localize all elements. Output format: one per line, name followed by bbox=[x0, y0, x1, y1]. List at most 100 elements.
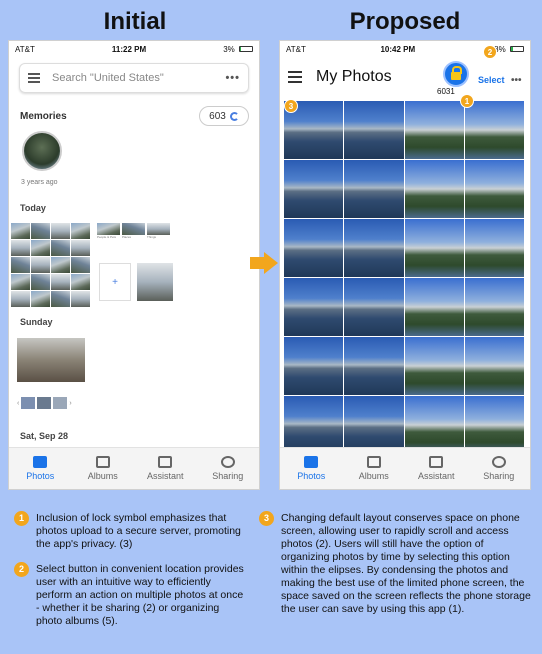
photo-thumbnail[interactable] bbox=[404, 160, 464, 218]
note-number-badge: 3 bbox=[259, 511, 274, 526]
sunday-photo-strip[interactable]: ‹ › bbox=[17, 391, 95, 415]
photo-thumbnail[interactable] bbox=[464, 160, 524, 218]
section-sunday: Sunday bbox=[20, 317, 53, 327]
memory-age-label: 3 years ago bbox=[21, 179, 58, 186]
status-time: 10:42 PM bbox=[380, 44, 416, 54]
assistant-icon bbox=[158, 456, 173, 468]
initial-phone-screenshot: AT&T 11:22 PM 3% Search "United States" … bbox=[8, 40, 260, 490]
tab-albums[interactable]: Albums bbox=[343, 448, 406, 489]
new-album-button[interactable]: + bbox=[99, 263, 131, 301]
photo-thumbnail[interactable] bbox=[344, 101, 404, 159]
category-label: Places bbox=[122, 235, 132, 239]
photo-thumbnail[interactable] bbox=[284, 337, 344, 395]
tab-label: Photos bbox=[26, 471, 55, 481]
page-title: My Photos bbox=[316, 68, 392, 85]
photos-icon bbox=[304, 456, 319, 468]
memories-label: Memories bbox=[20, 111, 67, 122]
sunday-photo[interactable] bbox=[17, 338, 85, 382]
tab-photos[interactable]: Photos bbox=[9, 448, 72, 489]
photo-thumbnail[interactable] bbox=[404, 337, 464, 395]
note-1: 1 Inclusion of lock symbol emphasizes th… bbox=[14, 511, 246, 551]
section-sat-sep-28: Sat, Sep 28 bbox=[20, 431, 69, 441]
app-bar: My Photos 6031 Select ••• bbox=[280, 57, 530, 97]
album-thumbnail[interactable] bbox=[137, 263, 173, 301]
note-text: Inclusion of lock symbol emphasizes that… bbox=[36, 512, 241, 550]
tab-label: Sharing bbox=[212, 471, 244, 481]
tab-label: Assistant bbox=[417, 471, 455, 481]
photo-thumbnail[interactable] bbox=[464, 101, 524, 159]
today-photo-collage[interactable] bbox=[11, 223, 90, 307]
photo-thumbnail[interactable] bbox=[464, 337, 524, 395]
status-time: 11:22 PM bbox=[111, 44, 147, 54]
battery-icon bbox=[239, 46, 253, 53]
photo-thumbnail[interactable] bbox=[284, 219, 344, 277]
tab-sharing[interactable]: Sharing bbox=[197, 448, 260, 489]
carrier-label: AT&T bbox=[286, 44, 306, 54]
annotation-badge-2: 2 bbox=[483, 45, 497, 59]
photos-icon bbox=[33, 456, 48, 468]
photo-thumbnail[interactable] bbox=[344, 160, 404, 218]
tab-label: Assistant bbox=[146, 471, 184, 481]
hamburger-menu-icon[interactable] bbox=[288, 71, 302, 83]
bottom-tab-bar: Photos Albums Assistant Sharing bbox=[9, 447, 259, 489]
tab-label: Sharing bbox=[483, 471, 515, 481]
battery-indicator: 3% bbox=[223, 45, 253, 54]
note-3: 3 Changing default layout conserves spac… bbox=[259, 511, 533, 616]
photo-thumbnail[interactable] bbox=[464, 396, 524, 454]
photo-thumbnail[interactable] bbox=[284, 160, 344, 218]
tab-label: Albums bbox=[358, 471, 389, 481]
photo-thumbnail[interactable] bbox=[344, 219, 404, 277]
tab-assistant[interactable]: Assistant bbox=[134, 448, 197, 489]
photo-thumbnail[interactable] bbox=[404, 278, 464, 336]
albums-icon bbox=[366, 456, 381, 468]
lock-button[interactable] bbox=[443, 61, 469, 87]
status-bar: AT&T 11:22 PM 3% bbox=[9, 41, 259, 57]
photo-thumbnail[interactable] bbox=[344, 396, 404, 454]
sharing-icon bbox=[491, 456, 506, 468]
carrier-label: AT&T bbox=[15, 44, 35, 54]
memory-thumbnail[interactable] bbox=[22, 131, 62, 171]
initial-heading: Initial bbox=[103, 8, 167, 35]
more-options-icon[interactable]: ••• bbox=[225, 72, 240, 84]
proposed-heading: Proposed bbox=[349, 8, 461, 35]
search-input[interactable]: Search "United States" bbox=[52, 72, 164, 84]
note-number-badge: 2 bbox=[14, 562, 29, 577]
photo-thumbnail[interactable] bbox=[464, 219, 524, 277]
photo-thumbnail[interactable] bbox=[284, 278, 344, 336]
search-bar[interactable]: Search "United States" ••• bbox=[19, 63, 249, 93]
annotation-badge-1: 1 bbox=[460, 94, 474, 108]
category-label: Things bbox=[147, 235, 157, 239]
memories-count-badge[interactable]: 603 bbox=[199, 106, 249, 126]
select-button[interactable]: Select bbox=[478, 75, 505, 85]
loading-spinner-icon bbox=[229, 111, 239, 121]
tab-label: Albums bbox=[87, 471, 118, 481]
photo-thumbnail[interactable] bbox=[284, 396, 344, 454]
photo-thumbnail[interactable] bbox=[464, 278, 524, 336]
tab-label: Photos bbox=[297, 471, 326, 481]
proposed-phone-screenshot: AT&T 10:42 PM 18% My Photos 6031 Select … bbox=[279, 40, 531, 490]
tab-photos[interactable]: Photos bbox=[280, 448, 343, 489]
note-text: Changing default layout conserves space … bbox=[281, 512, 531, 615]
album-categories[interactable]: People & Pets Places Things bbox=[97, 223, 170, 239]
hamburger-menu-icon[interactable] bbox=[28, 73, 40, 83]
albums-icon bbox=[95, 456, 110, 468]
photo-thumbnail[interactable] bbox=[404, 219, 464, 277]
photo-thumbnail[interactable] bbox=[404, 101, 464, 159]
photo-thumbnail[interactable] bbox=[344, 278, 404, 336]
note-text: Select button in convenient location pro… bbox=[36, 563, 244, 627]
battery-icon bbox=[509, 46, 524, 53]
section-today: Today bbox=[20, 203, 46, 213]
category-label: People & Pets bbox=[97, 235, 117, 239]
photo-count-label: 6031 bbox=[437, 87, 455, 96]
photo-thumbnail[interactable] bbox=[404, 396, 464, 454]
note-2: 2 Select button in convenient location p… bbox=[14, 562, 246, 628]
tab-assistant[interactable]: Assistant bbox=[405, 448, 468, 489]
photo-thumbnail[interactable] bbox=[344, 337, 404, 395]
tab-sharing[interactable]: Sharing bbox=[468, 448, 531, 489]
more-options-icon[interactable]: ••• bbox=[511, 75, 522, 86]
bottom-tab-bar: Photos Albums Assistant Sharing bbox=[280, 447, 530, 489]
battery-percent: 3% bbox=[223, 44, 235, 54]
note-number-badge: 1 bbox=[14, 511, 29, 526]
tab-albums[interactable]: Albums bbox=[72, 448, 135, 489]
photo-grid bbox=[284, 101, 524, 454]
